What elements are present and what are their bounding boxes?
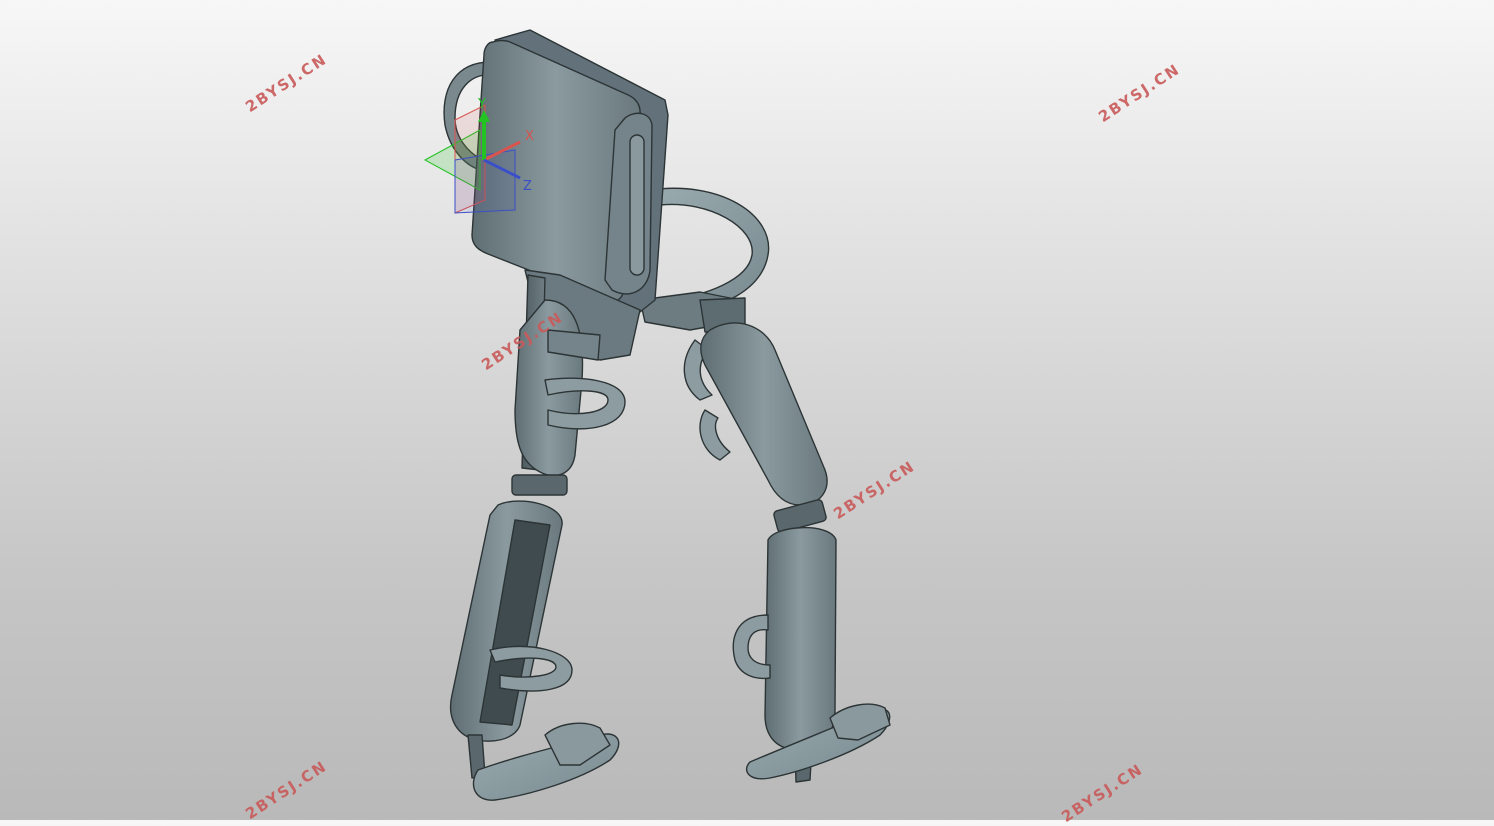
left-knee-joint: [511, 474, 568, 496]
right-shin-pad: [764, 526, 837, 751]
pocket-strap: [629, 134, 645, 276]
z-axis-label: Z: [523, 179, 532, 194]
right-thigh-strap-lower: [699, 409, 731, 461]
x-axis-label: X: [525, 129, 534, 144]
right-calf-strap: [732, 614, 771, 680]
right-thigh-pad: [700, 322, 828, 506]
3d-viewport[interactable]: X Y Z: [0, 0, 1494, 820]
exoskeleton-model[interactable]: X Y Z: [0, 0, 1494, 820]
y-axis-label: Y: [477, 97, 486, 112]
